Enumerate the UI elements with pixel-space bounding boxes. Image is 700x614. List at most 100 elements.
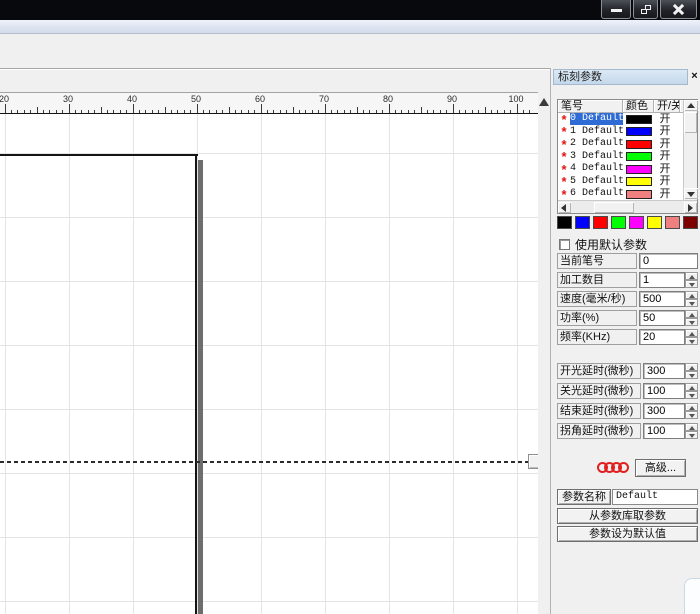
pen-name: 1 Default bbox=[570, 126, 623, 138]
ruler-tick bbox=[485, 107, 486, 113]
spinner-up-button[interactable] bbox=[685, 383, 698, 391]
palette-swatch[interactable] bbox=[575, 216, 590, 229]
ruler-tick bbox=[43, 110, 44, 113]
pen-table[interactable]: 笔号 颜色 开/关 *0 Default开*1 Default开*2 Defau… bbox=[557, 99, 698, 214]
palette-swatch[interactable] bbox=[593, 216, 608, 229]
minimize-button[interactable] bbox=[601, 0, 631, 19]
ruler-label: 50 bbox=[191, 94, 201, 104]
state-column-header[interactable]: 开/关 bbox=[654, 100, 680, 113]
spinner-up-button[interactable] bbox=[685, 403, 698, 411]
spinner-up-button[interactable] bbox=[685, 423, 698, 431]
pen-color-swatch[interactable] bbox=[626, 152, 652, 161]
param-input[interactable]: 500 bbox=[639, 291, 685, 307]
pen-state[interactable]: 开 bbox=[652, 176, 678, 187]
spinner-up-button[interactable] bbox=[685, 291, 698, 299]
pen-row[interactable]: *3 Default开 bbox=[558, 151, 697, 164]
spinner bbox=[685, 363, 698, 379]
pen-row[interactable]: *4 Default开 bbox=[558, 163, 697, 176]
panel-title[interactable]: 标刻参数 bbox=[553, 69, 688, 85]
ruler-tick bbox=[299, 110, 300, 113]
param-name-button[interactable]: 参数名称 bbox=[557, 489, 611, 505]
pen-color-swatch[interactable] bbox=[626, 177, 652, 186]
pen-color-swatch[interactable] bbox=[626, 165, 652, 174]
pen-table-hscrollbar[interactable] bbox=[558, 200, 697, 213]
pen-color-swatch[interactable] bbox=[626, 140, 652, 149]
set-params-as-default-button[interactable]: 参数设为默认值 bbox=[557, 526, 698, 542]
pen-row[interactable]: *1 Default开 bbox=[558, 126, 697, 139]
ruler-tick bbox=[229, 107, 230, 113]
advanced-button[interactable]: 高级... bbox=[635, 459, 686, 477]
param-input[interactable]: 0 bbox=[639, 253, 698, 269]
restore-button[interactable] bbox=[633, 0, 658, 19]
ruler-tick bbox=[344, 110, 345, 113]
ruler-tick bbox=[261, 104, 262, 113]
pen-row[interactable]: *5 Default开 bbox=[558, 176, 697, 189]
param-input[interactable]: 20 bbox=[639, 329, 685, 345]
marking-params-panel: 标刻参数 × 笔号 颜色 开/关 *0 Default开*1 Default开*… bbox=[550, 68, 700, 614]
panel-close-icon[interactable]: × bbox=[689, 70, 700, 82]
ruler-tick bbox=[389, 104, 390, 113]
palette-swatch[interactable] bbox=[683, 216, 698, 229]
pen-row[interactable]: *0 Default开 bbox=[558, 113, 697, 126]
param-input[interactable]: 100 bbox=[643, 383, 685, 399]
spinner-down-button[interactable] bbox=[685, 318, 698, 326]
spinner-up-button[interactable] bbox=[685, 329, 698, 337]
param-input[interactable]: 50 bbox=[639, 310, 685, 326]
param-input[interactable]: 100 bbox=[643, 423, 685, 439]
vscroll-thumb[interactable] bbox=[684, 112, 697, 133]
pen-color-swatch[interactable] bbox=[626, 127, 652, 136]
pen-color-swatch[interactable] bbox=[626, 190, 652, 199]
spinner-down-button[interactable] bbox=[685, 431, 698, 439]
pen-state[interactable]: 开 bbox=[652, 114, 678, 125]
pen-table-vscrollbar[interactable] bbox=[683, 100, 697, 200]
scroll-down-button[interactable] bbox=[684, 188, 698, 199]
spinner-up-button[interactable] bbox=[685, 363, 698, 371]
palette-swatch[interactable] bbox=[557, 216, 572, 229]
pen-rows: *0 Default开*1 Default开*2 Default开*3 Defa… bbox=[558, 113, 697, 201]
rect-object-right-edge[interactable] bbox=[195, 154, 197, 614]
pen-column-header[interactable]: 笔号 bbox=[558, 100, 623, 113]
hscroll-thumb[interactable] bbox=[594, 202, 634, 213]
spinner-down-button[interactable] bbox=[685, 391, 698, 399]
spinner-up-button[interactable] bbox=[685, 310, 698, 318]
canvas-scroll-up-icon[interactable] bbox=[539, 98, 549, 106]
spinner-down-button[interactable] bbox=[685, 337, 698, 345]
palette-swatch[interactable] bbox=[647, 216, 662, 229]
scroll-left-button[interactable] bbox=[558, 202, 571, 213]
pen-state[interactable]: 开 bbox=[652, 139, 678, 150]
scroll-right-button[interactable] bbox=[684, 202, 697, 213]
spinner bbox=[685, 403, 698, 419]
spinner-down-button[interactable] bbox=[685, 299, 698, 307]
ruler-tick bbox=[363, 110, 364, 113]
pen-row[interactable]: *6 Default开 bbox=[558, 188, 697, 201]
selection-handle[interactable] bbox=[528, 454, 538, 469]
palette-swatch[interactable] bbox=[611, 216, 626, 229]
pen-row[interactable]: *2 Default开 bbox=[558, 138, 697, 151]
param-input[interactable]: 300 bbox=[643, 403, 685, 419]
param-name-input[interactable]: Default bbox=[612, 489, 698, 505]
get-params-from-library-button[interactable]: 从参数库取参数 bbox=[557, 508, 698, 524]
color-column-header[interactable]: 颜色 bbox=[623, 100, 654, 113]
pen-color-swatch[interactable] bbox=[626, 115, 652, 124]
spinner-up-button[interactable] bbox=[685, 272, 698, 280]
palette-swatch[interactable] bbox=[629, 216, 644, 229]
drawing-canvas[interactable] bbox=[0, 114, 538, 614]
palette-swatch[interactable] bbox=[665, 216, 680, 229]
scroll-up-button[interactable] bbox=[684, 100, 698, 111]
close-button[interactable] bbox=[660, 0, 697, 19]
spinner-down-button[interactable] bbox=[685, 371, 698, 379]
ruler-tick bbox=[120, 110, 121, 113]
ruler-label: 80 bbox=[383, 94, 393, 104]
ruler-tick bbox=[62, 110, 63, 113]
pen-state[interactable]: 开 bbox=[652, 151, 678, 162]
spinner-down-button[interactable] bbox=[685, 411, 698, 419]
spinner-down-button[interactable] bbox=[685, 280, 698, 288]
rect-object-top-edge[interactable] bbox=[0, 154, 198, 156]
param-input[interactable]: 1 bbox=[639, 272, 685, 288]
ruler-tick bbox=[504, 110, 505, 113]
pen-state[interactable]: 开 bbox=[652, 126, 678, 137]
pen-state[interactable]: 开 bbox=[652, 189, 678, 200]
use-default-params-checkbox[interactable] bbox=[559, 239, 570, 250]
param-input[interactable]: 300 bbox=[643, 363, 685, 379]
pen-state[interactable]: 开 bbox=[652, 164, 678, 175]
